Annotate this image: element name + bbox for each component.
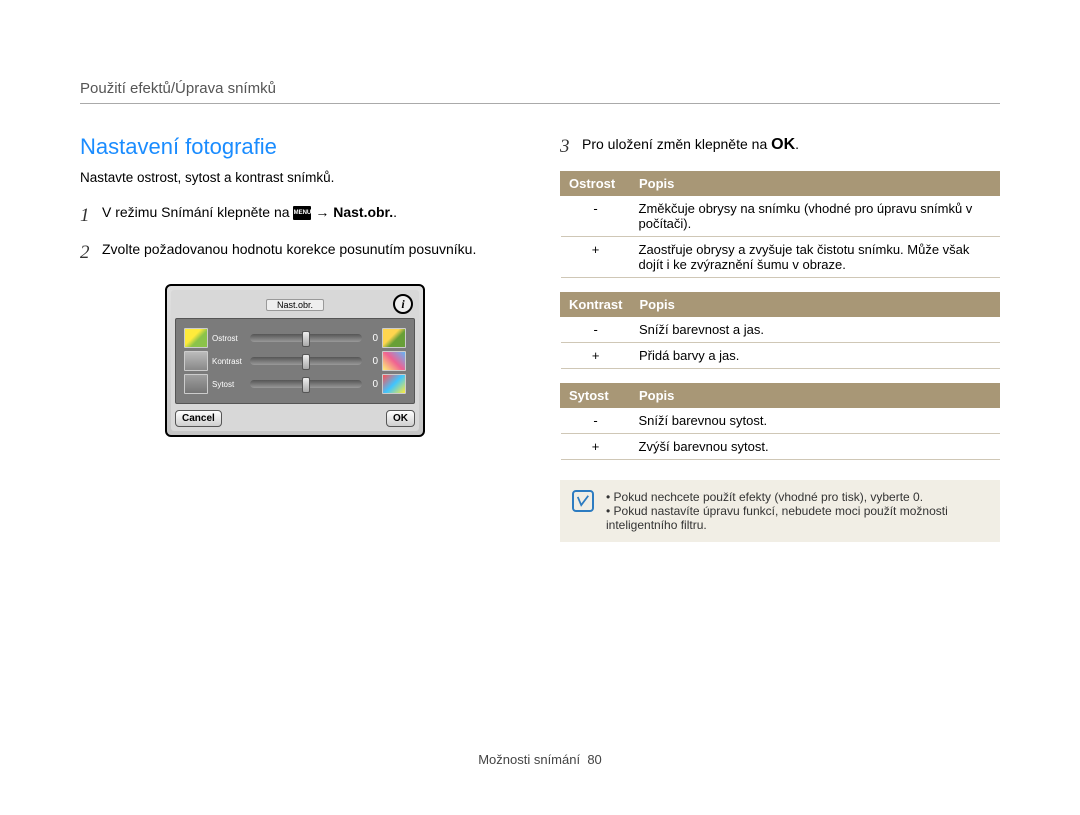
- cell-key: +: [561, 236, 631, 277]
- step3-text-pre: Pro uložení změn klepněte na: [582, 136, 771, 152]
- breadcrumb: Použití efektů/Úprava snímků: [80, 80, 1000, 104]
- thumb-icon: [382, 351, 406, 371]
- cell-value: Sníží barevnost a jas.: [631, 316, 1000, 342]
- cell-value: Změkčuje obrysy na snímku (vhodné pro úp…: [631, 195, 1000, 236]
- th-desc: Popis: [631, 292, 1000, 316]
- th-label: Sytost: [561, 383, 631, 407]
- info-icon[interactable]: i: [393, 294, 413, 314]
- slider-label: Ostrost: [212, 334, 246, 343]
- sliders-panel: Ostrost 0 Kontrast 0 Sytost: [175, 318, 415, 404]
- note-item: Pokud nastavíte úpravu funkcí, nebudete …: [606, 504, 988, 532]
- slider-label: Sytost: [212, 380, 246, 389]
- menu-icon: MENU: [293, 206, 311, 220]
- step3-end: .: [795, 136, 799, 152]
- step-number: 2: [80, 240, 102, 267]
- table-row: - Sníží barevnost a jas.: [561, 316, 1000, 342]
- slider-track[interactable]: [250, 380, 362, 388]
- table-row: - Změkčuje obrysy na snímku (vhodné pro …: [561, 195, 1000, 236]
- note-item: Pokud nechcete použít efekty (vhodné pro…: [606, 490, 988, 504]
- table-row: + Přidá barvy a jas.: [561, 342, 1000, 368]
- cell-value: Přidá barvy a jas.: [631, 342, 1000, 368]
- step1-arrow: →: [315, 204, 333, 220]
- slider-row-sytost[interactable]: Sytost 0: [184, 374, 406, 394]
- table-ostrost: Ostrost Popis - Změkčuje obrysy na snímk…: [560, 171, 1000, 278]
- cell-value: Sníží barevnou sytost.: [631, 407, 1000, 433]
- camera-title: Nast.obr.: [266, 299, 324, 311]
- page-footer: Možnosti snímání 80: [0, 752, 1080, 767]
- step1-text-pre: V režimu Snímání klepněte na: [102, 204, 293, 220]
- cell-key: +: [561, 342, 631, 368]
- slider-track[interactable]: [250, 357, 362, 365]
- note-box: Pokud nechcete použít efekty (vhodné pro…: [560, 480, 1000, 542]
- step-number: 1: [80, 203, 102, 230]
- table-sytost: Sytost Popis - Sníží barevnou sytost. + …: [560, 383, 1000, 460]
- table-row: + Zaostřuje obrysy a zvyšuje tak čistotu…: [561, 236, 1000, 277]
- ok-button[interactable]: OK: [386, 410, 415, 427]
- slider-value: 0: [366, 333, 378, 344]
- slider-row-ostrost[interactable]: Ostrost 0: [184, 328, 406, 348]
- step1-end: .: [393, 204, 397, 220]
- footer-label: Možnosti snímání: [478, 752, 580, 767]
- slider-label: Kontrast: [212, 357, 246, 366]
- page-title: Nastavení fotografie: [80, 134, 510, 160]
- th-label: Ostrost: [561, 171, 631, 195]
- step2-text: Zvolte požadovanou hodnotu korekce posun…: [102, 240, 510, 260]
- slider-track[interactable]: [250, 334, 362, 342]
- table-row: + Zvýší barevnou sytost.: [561, 433, 1000, 459]
- slider-value: 0: [366, 379, 378, 390]
- step-number: 3: [560, 134, 582, 161]
- step-3: 3 Pro uložení změn klepněte na OK.: [560, 134, 1000, 161]
- note-icon: [572, 490, 594, 512]
- table-row: - Sníží barevnou sytost.: [561, 407, 1000, 433]
- slider-value: 0: [366, 356, 378, 367]
- cell-value: Zaostřuje obrysy a zvyšuje tak čistotu s…: [631, 236, 1000, 277]
- thumb-icon: [184, 328, 208, 348]
- slider-row-kontrast[interactable]: Kontrast 0: [184, 351, 406, 371]
- th-desc: Popis: [631, 171, 1000, 195]
- cancel-button[interactable]: Cancel: [175, 410, 222, 427]
- thumb-icon: [382, 374, 406, 394]
- table-kontrast: Kontrast Popis - Sníží barevnost a jas. …: [560, 292, 1000, 369]
- cell-key: -: [561, 316, 631, 342]
- cell-key: +: [561, 433, 631, 459]
- step1-bold: Nast.obr.: [333, 204, 393, 220]
- camera-screen: Nast.obr. i Ostrost 0 Kontrast: [165, 284, 425, 437]
- cell-value: Zvýší barevnou sytost.: [631, 433, 1000, 459]
- thumb-icon: [184, 374, 208, 394]
- cell-key: -: [561, 407, 631, 433]
- thumb-icon: [382, 328, 406, 348]
- cell-key: -: [561, 195, 631, 236]
- footer-page: 80: [587, 752, 601, 767]
- step-2: 2 Zvolte požadovanou hodnotu korekce pos…: [80, 240, 510, 267]
- subtitle: Nastavte ostrost, sytost a kontrast sním…: [80, 170, 510, 185]
- step-1: 1 V režimu Snímání klepněte na MENU → Na…: [80, 203, 510, 230]
- ok-icon: OK: [771, 134, 795, 156]
- th-label: Kontrast: [561, 292, 631, 316]
- th-desc: Popis: [631, 383, 1000, 407]
- thumb-icon: [184, 351, 208, 371]
